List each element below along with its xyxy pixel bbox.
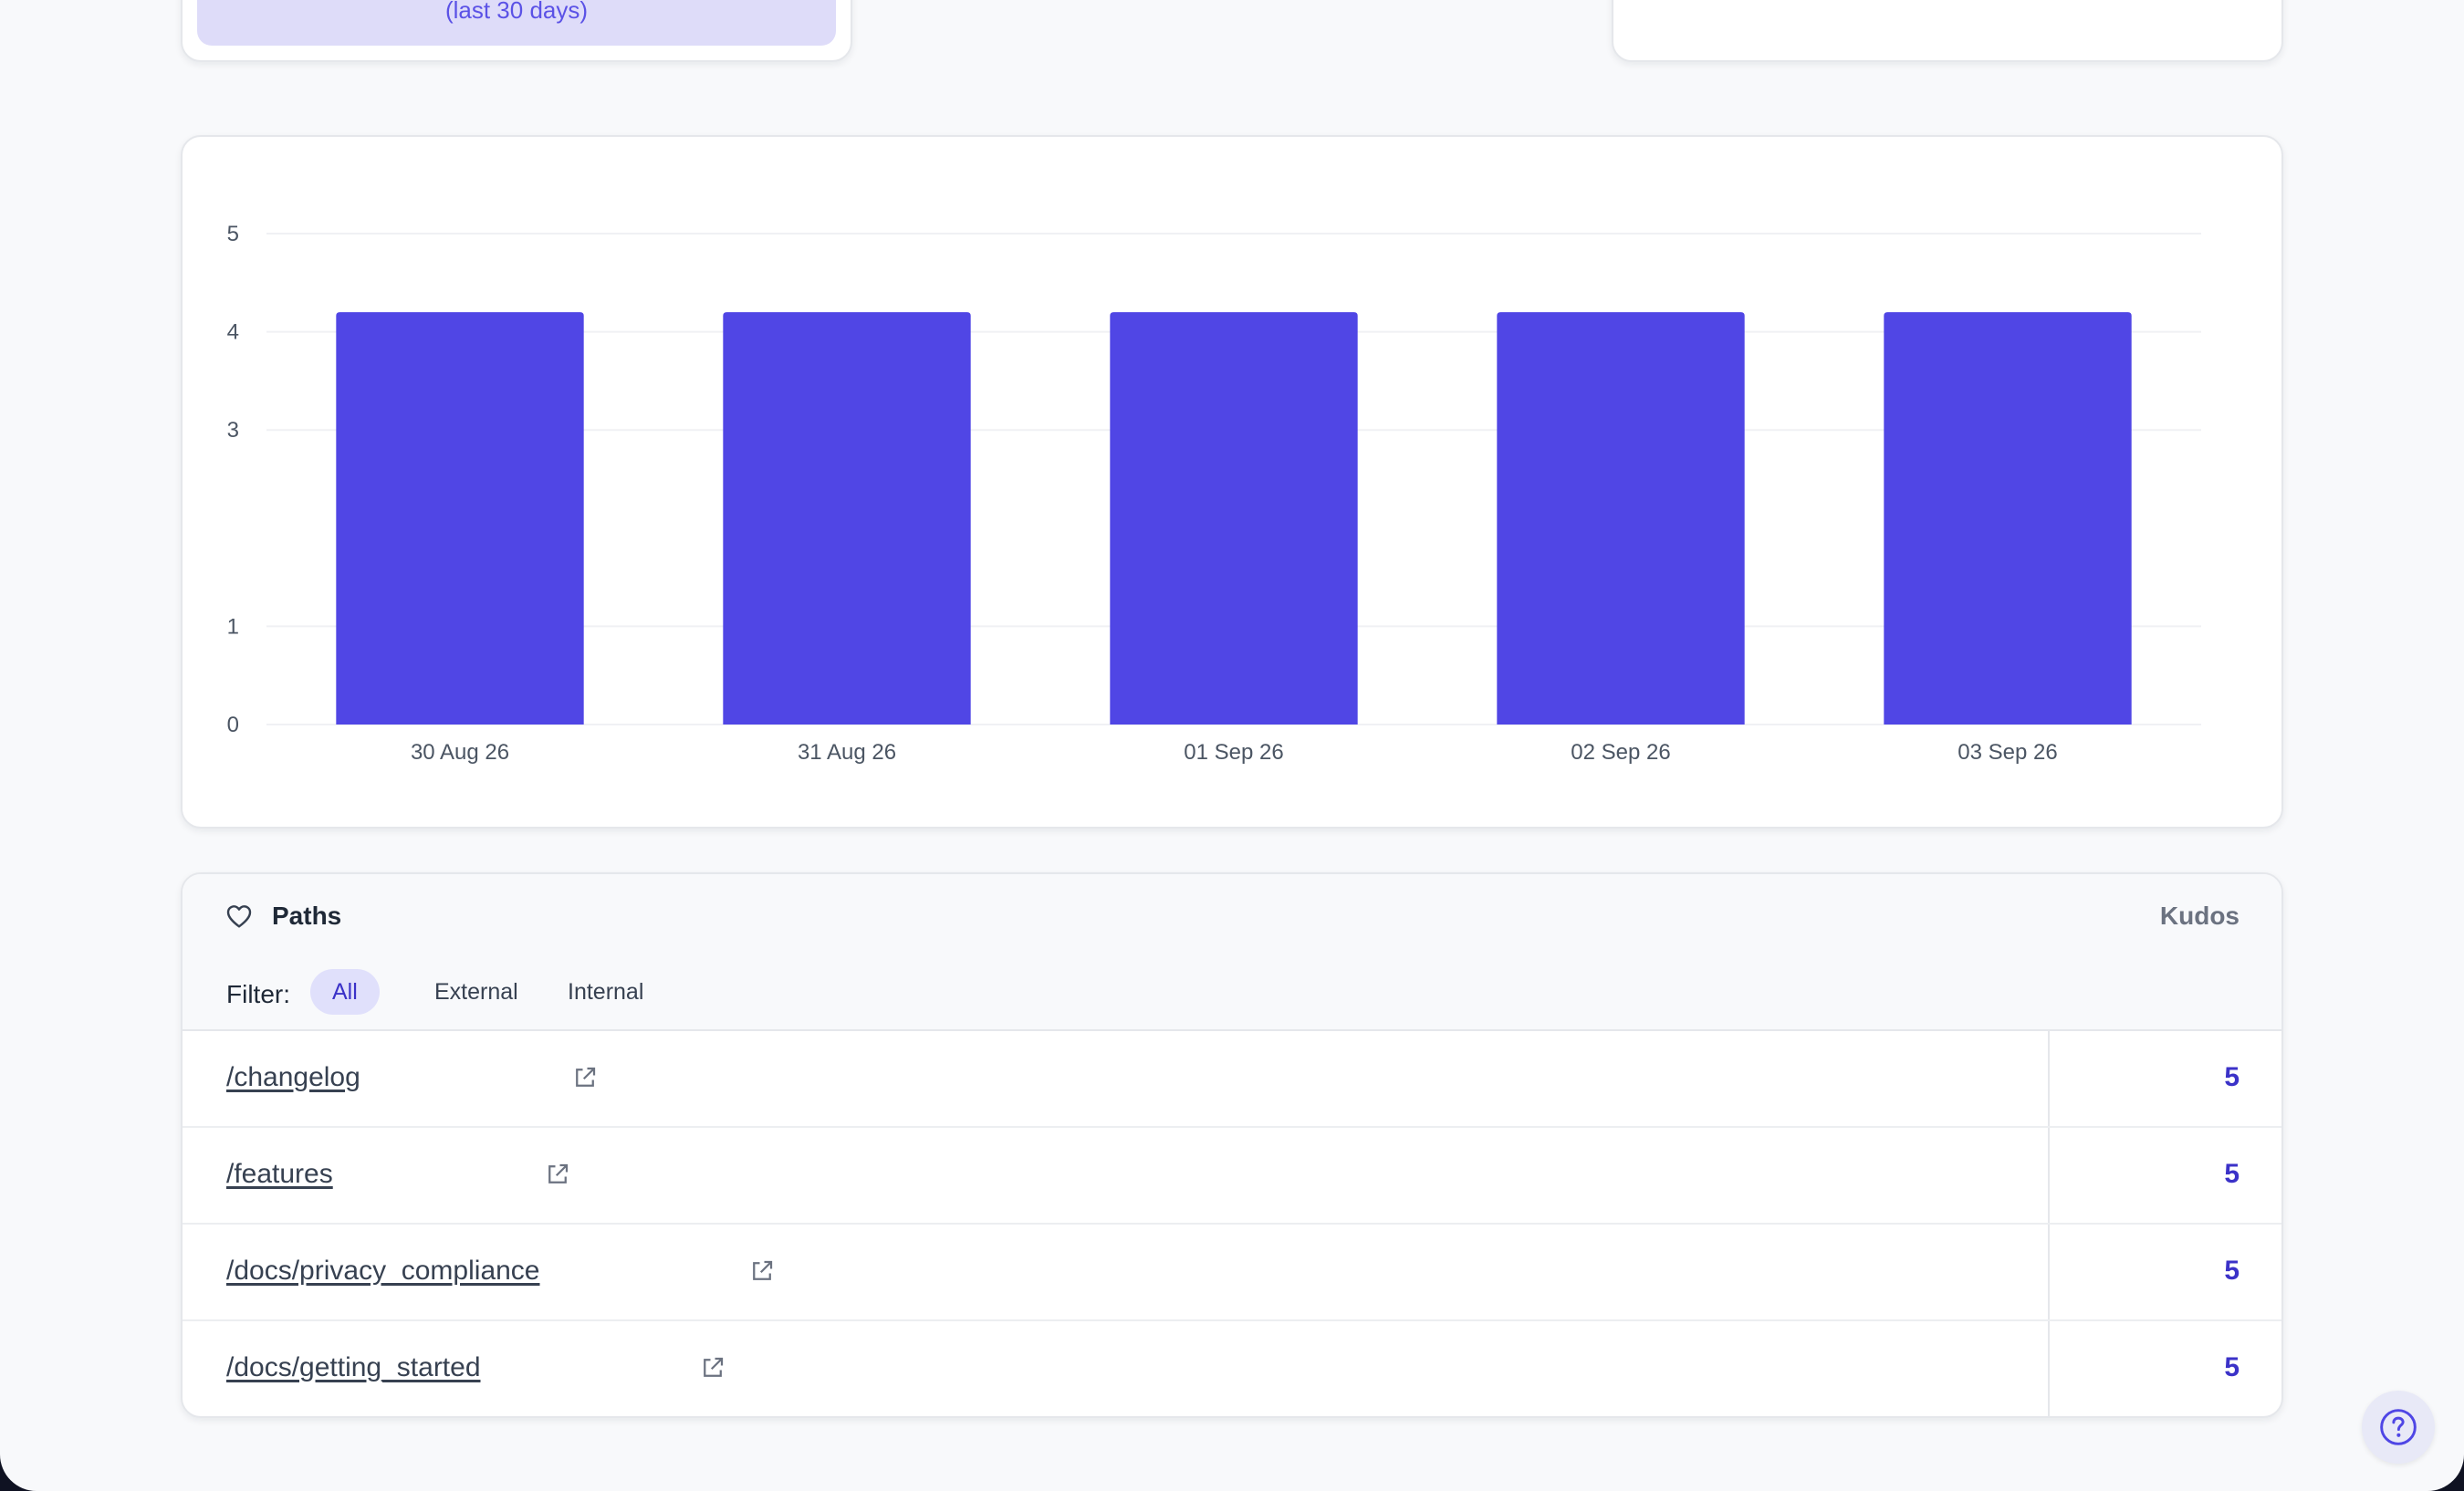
y-tick-label: 3 [227, 418, 239, 443]
external-link-icon[interactable] [544, 1161, 571, 1188]
chart-bar [723, 312, 971, 725]
path-link[interactable]: /changelog [226, 1062, 360, 1093]
external-link-icon[interactable] [699, 1354, 726, 1382]
paths-header: Paths Kudos Filter: All External Interna… [183, 874, 2281, 1031]
table-row: /docs/getting_started 5 [183, 1321, 2281, 1416]
x-tick-label: 02 Sep 26 [1571, 740, 1670, 765]
x-tick-label: 30 Aug 26 [411, 740, 509, 765]
stat-card-left: (last 30 days) [181, 0, 852, 62]
stat-highlight: (last 30 days) [197, 0, 836, 46]
column-divider [2048, 1321, 2050, 1416]
filter-internal-button[interactable]: Internal [546, 969, 665, 1015]
x-tick-label: 31 Aug 26 [798, 740, 896, 765]
y-tick-label: 5 [227, 222, 239, 246]
chart-card: 0 1 3 4 5 30 Aug 26 31 Aug 26 01 Sep 26 02 Sep 2… [181, 135, 2283, 829]
table-row: /changelog 5 [183, 1031, 2281, 1128]
stat-subtitle: (last 30 days) [444, 0, 589, 24]
table-row: /features 5 [183, 1128, 2281, 1225]
path-link[interactable]: /docs/privacy_compliance [226, 1256, 540, 1287]
filter-external-button[interactable]: External [412, 969, 540, 1015]
path-link[interactable]: /docs/getting_started [226, 1352, 481, 1383]
kudos-count: 5 [2224, 1352, 2240, 1382]
column-divider [2048, 1031, 2050, 1126]
chart-bar [1884, 312, 2132, 725]
kudos-count: 5 [2224, 1159, 2240, 1189]
chart-bar [1110, 312, 1358, 725]
y-tick-label: 0 [227, 713, 239, 737]
kudos-count: 5 [2224, 1256, 2240, 1286]
help-circle-icon [2380, 1409, 2417, 1445]
kudos-count: 5 [2224, 1062, 2240, 1092]
x-tick-label: 03 Sep 26 [1958, 740, 2057, 765]
column-divider [2048, 1225, 2050, 1319]
heart-icon [226, 905, 252, 928]
path-link[interactable]: /features [226, 1159, 333, 1190]
column-divider [2048, 1128, 2050, 1223]
x-tick-label: 01 Sep 26 [1184, 740, 1283, 765]
paths-card: Paths Kudos Filter: All External Interna… [181, 872, 2283, 1418]
chart-bar [1497, 312, 1745, 725]
table-row: /docs/privacy_compliance 5 [183, 1225, 2281, 1321]
paths-list: /changelog 5 /features 5 /docs/privacy_c… [183, 1031, 2281, 1416]
stat-card-right [1612, 0, 2283, 62]
filter-all-button[interactable]: All [310, 969, 380, 1015]
help-button[interactable] [2362, 1391, 2435, 1464]
filter-label: Filter: [226, 980, 290, 1008]
external-link-icon[interactable] [571, 1064, 599, 1091]
bar-chart: 0 1 3 4 5 30 Aug 26 31 Aug 26 01 Sep 26 02 Sep 2… [227, 222, 2201, 765]
page-background: (last 30 days) 0 1 3 4 5 30 Aug 26 31 Aug 26 01… [0, 0, 2464, 1491]
external-link-icon[interactable] [748, 1257, 776, 1285]
paths-title: Paths [272, 902, 342, 930]
chart-bar [336, 312, 584, 725]
y-tick-label: 4 [227, 320, 239, 345]
kudos-column-header: Kudos [2159, 902, 2240, 930]
y-tick-label: 1 [227, 614, 239, 639]
